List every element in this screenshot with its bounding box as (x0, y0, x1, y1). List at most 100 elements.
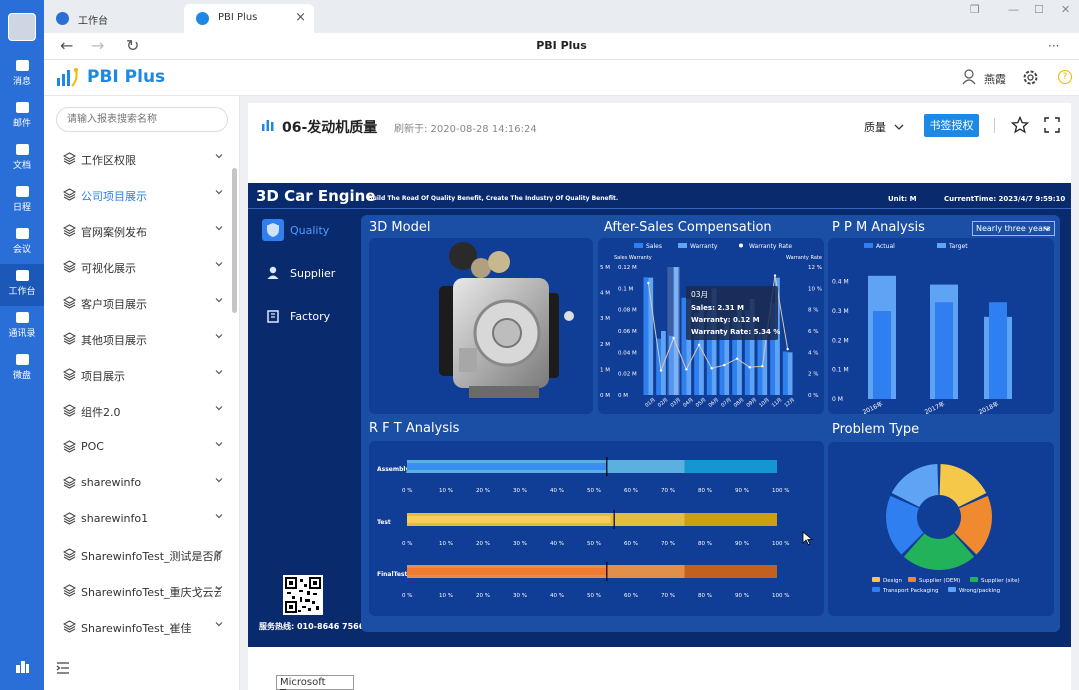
problem-type-panel[interactable]: Design Supplier (OEM) Supplier (site) Trans… (828, 442, 1054, 616)
factory-building-icon (267, 310, 279, 323)
chart-tooltip: 03月 Sales: 2.31 M Warranty: 0.12 M Warranty… (686, 286, 780, 340)
report-search-input[interactable] (56, 107, 228, 132)
sidebar-item-13[interactable]: SharewinfoTest_崔佳 (44, 609, 232, 645)
nav-quality[interactable]: Quality (262, 219, 329, 245)
warranty-rate-point (647, 281, 650, 285)
user-icon[interactable] (962, 69, 976, 85)
rail-item-7[interactable]: 微盘 (0, 348, 44, 390)
sidebar-item-3[interactable]: 可视化展示 (44, 249, 232, 285)
bookmark-auth-button[interactable]: 书签授权 (924, 114, 979, 137)
rail-item-5[interactable]: 工作台 (0, 264, 44, 306)
qr-code-icon (283, 575, 323, 615)
meeting-icon (15, 228, 29, 239)
sidebar-item-6[interactable]: 项目展示 (44, 357, 232, 393)
sidebar-item-8[interactable]: POC (44, 429, 232, 465)
settings-gear-icon[interactable] (1022, 69, 1039, 86)
ppm-chart[interactable]: Actual Target 0 M 0.1 M 0.2 M 0.3 M 0.4 M 2016年… (828, 238, 1054, 416)
tab-workbench[interactable]: 工作台 (44, 4, 184, 33)
tooltip-line: Sales: 2.31 M (691, 304, 744, 312)
rail-item-3[interactable]: 日程 (0, 180, 44, 222)
rail-item-label: 文档 (12, 161, 31, 171)
x-tick-label: 09月 (746, 397, 759, 409)
favorite-star-icon[interactable] (1011, 116, 1029, 134)
x-tick-label: 80 % (698, 488, 712, 494)
help-icon[interactable]: ? (1058, 70, 1072, 84)
layers-icon (63, 440, 76, 453)
rail-item-4[interactable]: 会议 (0, 222, 44, 264)
sidebar-item-9[interactable]: sharewinfo (44, 465, 232, 501)
sidebar-item-2[interactable]: 官网案例发布 (44, 213, 232, 249)
rail-item-1[interactable]: 邮件 (0, 96, 44, 138)
avatar[interactable] (8, 13, 36, 41)
nav-factory[interactable]: Factory (262, 305, 330, 331)
app-store-icon (15, 661, 29, 673)
restore-tab-icon[interactable]: ❐ (970, 3, 980, 16)
sidebar-item-label: sharewinfo1 (81, 512, 149, 525)
rail-bottom-tools[interactable] (0, 655, 44, 690)
rft-panel[interactable]: Assembly 0 % 10 % 20 % 30 % 40 % 50 % 60 % 70 % 8… (369, 441, 824, 616)
sidebar-item-11[interactable]: SharewinfoTest_测试是否刷 (44, 537, 232, 573)
x-tick-label: 60 % (624, 541, 638, 547)
legend-swatch (634, 243, 643, 248)
sidebar-item-7[interactable]: 组件2.0 (44, 393, 232, 429)
pbi-logo-icon (57, 68, 78, 87)
sidebar-item-label: 项目展示 (81, 370, 125, 383)
contacts-icon (15, 312, 29, 323)
y3-tick-label: 0 % (808, 393, 818, 399)
rail-item-2[interactable]: 文档 (0, 138, 44, 180)
tab-label: 工作台 (78, 16, 108, 27)
collapse-sidebar-icon[interactable] (56, 662, 70, 674)
layers-icon (63, 368, 76, 381)
chevron-down-icon (215, 154, 223, 159)
tab-pbi-plus[interactable]: PBI Plus × (184, 4, 314, 33)
sidebar-item-1[interactable]: 公司项目展示 (44, 177, 232, 213)
layers-icon (63, 260, 76, 273)
close-window-icon[interactable]: ✕ (1061, 3, 1070, 16)
after-sales-panel[interactable]: Sales Warranty Warranty Rate Sales Warranty… (598, 238, 824, 414)
x-tick-label: 30 % (513, 593, 527, 599)
y-tick-label: 0 M (832, 396, 843, 403)
ppm-panel[interactable]: Actual Target 0 M 0.1 M 0.2 M 0.3 M 0.4 M 2016年… (828, 238, 1054, 416)
dashboard-subtitle: Build The Road Of Quality Benefit, Creat… (368, 195, 619, 202)
quality-dropdown-label: 质量 (864, 121, 886, 134)
x-tick-label: 06月 (708, 397, 721, 409)
maximize-icon[interactable]: ☐ (1034, 3, 1044, 16)
legend-swatch (872, 577, 880, 582)
nav-supplier[interactable]: Supplier (262, 262, 335, 288)
sidebar-item-10[interactable]: sharewinfo1 (44, 501, 232, 537)
rft-category-label: FinalTest (377, 571, 407, 578)
legend-label: Actual (876, 243, 895, 250)
layers-icon (63, 404, 76, 417)
close-tab-icon[interactable]: × (295, 10, 306, 25)
rail-item-6[interactable]: 通讯录 (0, 306, 44, 348)
rft-chart[interactable]: Assembly 0 % 10 % 20 % 30 % 40 % 50 % 60 % 70 % 8… (369, 441, 824, 616)
warranty-rate-point (773, 274, 777, 277)
panel-title-3d-model: 3D Model (369, 220, 431, 235)
ppm-period-dropdown[interactable]: Nearly three years (972, 221, 1055, 236)
quality-dropdown[interactable]: 质量 (864, 119, 904, 135)
rft-category-label: Test (377, 519, 391, 526)
sidebar-scrollbar[interactable] (232, 168, 237, 313)
minimize-icon[interactable]: — (1008, 3, 1019, 16)
x-tick-label: 20 % (476, 541, 490, 547)
user-name[interactable]: 燕霞 (984, 71, 1006, 87)
layers-icon (63, 476, 76, 489)
rail-item-0[interactable]: 消息 (0, 54, 44, 96)
sidebar-item-0[interactable]: 工作区权限 (44, 141, 232, 177)
y2-tick-label: 0.04 M (618, 350, 637, 356)
engine-model-icon (439, 242, 574, 398)
fullscreen-icon[interactable] (1044, 117, 1060, 133)
3d-model-panel[interactable] (369, 238, 593, 414)
warranty-rate-point (659, 369, 663, 372)
sidebar-item-5[interactable]: 其他项目展示 (44, 321, 232, 357)
more-menu-icon[interactable]: ··· (1048, 39, 1059, 53)
sidebar-item-4[interactable]: 客户项目展示 (44, 285, 232, 321)
x-tick-label: 50 % (587, 593, 601, 599)
nav-label: Factory (290, 310, 331, 323)
y2-tick-label: 0 M (618, 393, 628, 399)
warranty-rate-point (685, 368, 688, 371)
sidebar-item-12[interactable]: SharewinfoTest_重庆戈云云 (44, 573, 232, 609)
after-sales-chart[interactable]: Sales Warranty Warranty Rate Sales Warranty… (598, 238, 824, 414)
report-chart-icon (262, 120, 274, 131)
problem-type-chart[interactable]: Design Supplier (OEM) Supplier (site) Trans… (828, 442, 1054, 616)
